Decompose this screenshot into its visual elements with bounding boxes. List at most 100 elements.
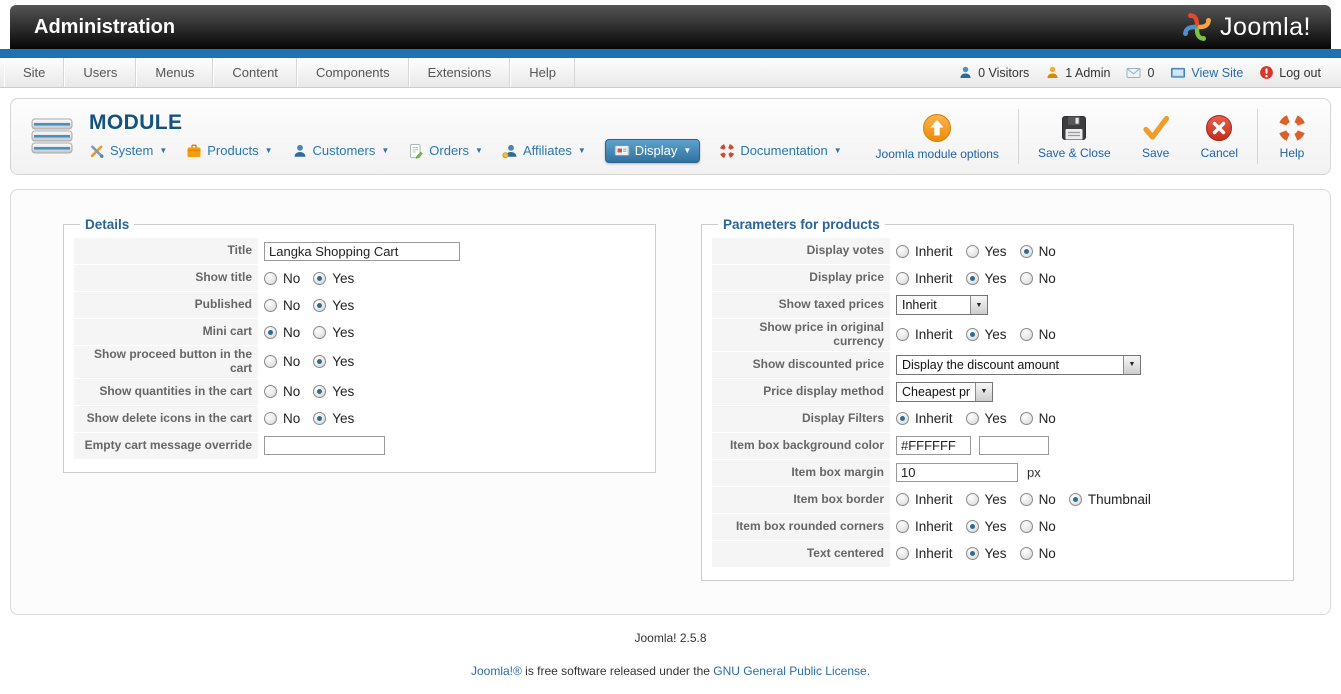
- text-centered-radio-label-no[interactable]: No: [1039, 546, 1056, 561]
- display-price-radio-label-no[interactable]: No: [1039, 271, 1056, 286]
- item-box-border-radio-thumbnail[interactable]: [1068, 493, 1082, 507]
- published-radio-label-no[interactable]: No: [283, 298, 300, 313]
- menubar-item-extensions[interactable]: Extensions: [408, 58, 511, 87]
- show-proceed-button-radio-label-no[interactable]: No: [283, 354, 300, 369]
- show-discounted-price-select[interactable]: Display the discount amount ▼: [896, 354, 1141, 375]
- show-price-original-currency-radio-inherit[interactable]: [896, 328, 909, 342]
- toolbar-menu-system[interactable]: System ▼: [89, 143, 167, 159]
- toolbar-menu-affiliates[interactable]: Affiliates ▼: [502, 143, 586, 159]
- item-box-rounded-corners-radio-label-yes[interactable]: Yes: [985, 519, 1007, 534]
- show-proceed-button-radio-label-yes[interactable]: Yes: [332, 354, 354, 369]
- show-title-radio-label-yes[interactable]: Yes: [332, 271, 354, 286]
- display-price-radio-label-inherit[interactable]: Inherit: [915, 271, 953, 286]
- status-label[interactable]: View Site: [1191, 66, 1243, 80]
- mini-cart-radio-no[interactable]: [264, 325, 277, 339]
- show-delete-icons-radio-yes[interactable]: [313, 412, 327, 426]
- item-box-rounded-corners-radio-label-inherit[interactable]: Inherit: [915, 519, 953, 534]
- item-box-rounded-corners-radio-inherit[interactable]: [896, 520, 909, 534]
- display-filters-radio-inherit[interactable]: [896, 412, 909, 426]
- item-box-border-radio-yes[interactable]: [965, 493, 979, 507]
- status-view-site[interactable]: View Site: [1170, 65, 1243, 80]
- help-button[interactable]: Help: [1262, 99, 1322, 174]
- show-quantities-radio-no[interactable]: [264, 385, 277, 399]
- display-votes-radio-no[interactable]: [1019, 244, 1033, 258]
- cancel-button[interactable]: Cancel: [1186, 99, 1253, 174]
- item-box-background-color-preview-input[interactable]: [979, 436, 1049, 456]
- status-0[interactable]: 0: [1126, 66, 1154, 80]
- show-price-original-currency-radio-label-no[interactable]: No: [1039, 327, 1056, 342]
- toolbar-menu-display[interactable]: Display ▼: [604, 138, 701, 163]
- display-price-radio-no[interactable]: [1019, 271, 1033, 285]
- display-votes-radio-yes[interactable]: [965, 244, 979, 258]
- item-box-rounded-corners-radio-no[interactable]: [1019, 520, 1033, 534]
- published-radio-yes[interactable]: [313, 298, 327, 312]
- show-delete-icons-radio-label-yes[interactable]: Yes: [332, 411, 354, 426]
- menubar-item-users[interactable]: Users: [64, 58, 137, 87]
- show-taxed-prices-select[interactable]: Inherit ▼: [896, 295, 988, 315]
- display-filters-radio-label-no[interactable]: No: [1039, 411, 1056, 426]
- item-box-background-color-input[interactable]: [896, 436, 971, 456]
- show-proceed-button-radio-yes[interactable]: [313, 355, 327, 369]
- display-votes-radio-label-no[interactable]: No: [1039, 244, 1056, 259]
- toolbar-menu-customers[interactable]: Customers ▼: [292, 143, 389, 159]
- price-display-method-select[interactable]: Cheapest price ▼: [896, 381, 993, 402]
- show-proceed-button-radio-no[interactable]: [264, 355, 277, 369]
- toolbar-menu-documentation[interactable]: Documentation ▼: [719, 142, 842, 159]
- show-delete-icons-radio-no[interactable]: [264, 412, 277, 426]
- show-title-radio-label-no[interactable]: No: [283, 271, 300, 286]
- display-filters-radio-label-inherit[interactable]: Inherit: [915, 411, 953, 426]
- show-quantities-radio-label-yes[interactable]: Yes: [332, 384, 354, 399]
- display-votes-radio-label-yes[interactable]: Yes: [985, 244, 1007, 259]
- text-centered-radio-label-inherit[interactable]: Inherit: [915, 546, 953, 561]
- menubar-item-content[interactable]: Content: [213, 58, 297, 87]
- show-quantities-radio-yes[interactable]: [313, 385, 327, 399]
- item-box-border-radio-label-no[interactable]: No: [1039, 492, 1056, 507]
- show-price-original-currency-radio-no[interactable]: [1019, 328, 1033, 342]
- menubar-item-site[interactable]: Site: [4, 58, 65, 87]
- display-votes-radio-label-inherit[interactable]: Inherit: [915, 244, 953, 259]
- show-title-radio-no[interactable]: [264, 271, 277, 285]
- text-centered-radio-no[interactable]: [1019, 547, 1033, 561]
- save-button[interactable]: Save: [1126, 99, 1186, 174]
- item-box-rounded-corners-radio-yes[interactable]: [965, 520, 979, 534]
- item-box-border-radio-inherit[interactable]: [896, 493, 909, 507]
- title-input[interactable]: [264, 241, 460, 261]
- mini-cart-radio-label-no[interactable]: No: [283, 325, 300, 340]
- show-title-radio-yes[interactable]: [313, 271, 327, 285]
- footer-license-link[interactable]: GNU General Public License.: [713, 664, 870, 678]
- show-quantities-radio-label-no[interactable]: No: [283, 384, 300, 399]
- item-box-margin-input[interactable]: [896, 463, 1018, 483]
- item-box-border-radio-label-thumbnail[interactable]: Thumbnail: [1088, 492, 1151, 507]
- toolbar-menu-products[interactable]: Products ▼: [186, 143, 273, 159]
- menubar-item-components[interactable]: Components: [296, 58, 409, 87]
- display-votes-radio-inherit[interactable]: [896, 244, 909, 258]
- joomla-module-options-button[interactable]: Joomla module options: [861, 99, 1014, 174]
- menubar-item-menus[interactable]: Menus: [136, 58, 214, 87]
- toolbar-menu-orders[interactable]: Orders ▼: [408, 143, 483, 159]
- show-price-original-currency-radio-yes[interactable]: [965, 328, 979, 342]
- display-filters-radio-yes[interactable]: [965, 412, 979, 426]
- show-delete-icons-radio-label-no[interactable]: No: [283, 411, 300, 426]
- published-radio-no[interactable]: [264, 298, 277, 312]
- text-centered-radio-yes[interactable]: [965, 547, 979, 561]
- menubar-item-help[interactable]: Help: [510, 58, 575, 87]
- mini-cart-radio-label-yes[interactable]: Yes: [332, 325, 354, 340]
- item-box-border-radio-label-yes[interactable]: Yes: [985, 492, 1007, 507]
- text-centered-radio-inherit[interactable]: [896, 547, 909, 561]
- save-close-button[interactable]: Save & Close: [1023, 99, 1126, 174]
- footer-license-link[interactable]: Joomla!®: [471, 664, 522, 678]
- empty-cart-message-input[interactable]: [264, 436, 385, 456]
- status-label[interactable]: 0: [1147, 66, 1154, 80]
- mini-cart-radio-yes[interactable]: [313, 325, 327, 339]
- item-box-border-radio-label-inherit[interactable]: Inherit: [915, 492, 953, 507]
- display-filters-radio-no[interactable]: [1019, 412, 1033, 426]
- item-box-border-radio-no[interactable]: [1019, 493, 1033, 507]
- status-label[interactable]: Log out: [1279, 66, 1321, 80]
- show-price-original-currency-radio-label-yes[interactable]: Yes: [985, 327, 1007, 342]
- item-box-rounded-corners-radio-label-no[interactable]: No: [1039, 519, 1056, 534]
- text-centered-radio-label-yes[interactable]: Yes: [985, 546, 1007, 561]
- display-price-radio-yes[interactable]: [965, 271, 979, 285]
- show-price-original-currency-radio-label-inherit[interactable]: Inherit: [915, 327, 953, 342]
- display-price-radio-label-yes[interactable]: Yes: [985, 271, 1007, 286]
- status-log-out[interactable]: Log out: [1259, 65, 1321, 80]
